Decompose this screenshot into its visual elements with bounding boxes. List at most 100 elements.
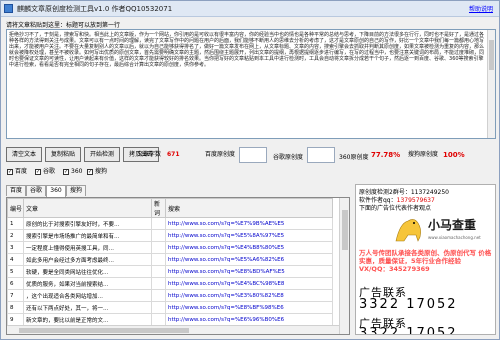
cell-article: 优质的服务，如果对当前搜索结… [23, 277, 152, 290]
table-hscrollbar[interactable] [7, 325, 339, 334]
s360-originality-label: 360原创度 [339, 154, 369, 161]
ad-phone-2: 3322 17052 [359, 326, 458, 335]
cell-newword [151, 277, 166, 290]
window-title: 麒麟文章原创度检测工具v1.0 作者QQ10532071 [17, 5, 173, 13]
checkbox-baidu-label: 百度 [15, 168, 28, 175]
paste-button[interactable]: 复制粘贴 [45, 147, 81, 162]
article-textarea[interactable]: 拒绝抄习不了，于刻是，搜索写和快。相当此上的文章版，作为一个网站，你引用的是可收… [6, 29, 496, 139]
table-vscrollbar[interactable] [339, 198, 349, 334]
sogou-originality-label: 搜狗原创度 [408, 151, 439, 158]
cell-search[interactable]: http://www.so.com/s?q=%E4%BC%98%E8 [165, 277, 333, 290]
logo-text: 小马查重 [428, 217, 476, 232]
horse-icon [395, 219, 421, 242]
cell-search[interactable]: http://www.so.com/s?q=%E8%BF%98%E6 [165, 301, 333, 314]
scrollbar-thumb[interactable] [342, 210, 348, 250]
checkbox-360[interactable]: ✓ 360 [63, 168, 82, 176]
cell-article: 如此多用户会经过多方面考虑最终… [23, 253, 152, 266]
cell-id: 3 [7, 241, 24, 254]
word-count-label: 文章字数 [137, 151, 162, 158]
header-newword[interactable]: 新词 [151, 198, 166, 218]
checkbox-baidu[interactable]: ✓ 百度 [7, 168, 27, 176]
word-count-value: 671 [167, 151, 180, 158]
ad-phone-1: 3322 17052 [359, 297, 458, 312]
checkbox-google-label: 谷歌 [43, 168, 56, 175]
check-icon: ✓ [63, 168, 69, 175]
google-originality-label: 谷歌原创度 [273, 154, 304, 161]
checkbox-360-label: 360 [71, 168, 83, 175]
cell-id: 6 [7, 277, 24, 290]
article-text: 拒绝抄习不了，于刻是，搜索写和快。相当此上的文章版，作为一个网站，你引用的是可收… [9, 32, 485, 69]
cell-search[interactable]: http://www.so.com/s?q=%E7%9B%AE%E5 [165, 217, 333, 230]
ad-panel: 原创度检测2群号：1137249250 软件作者qq：1379579637 下面… [355, 184, 496, 335]
app-icon [4, 4, 13, 13]
cell-search[interactable]: http://www.so.com/s?q=%E5%A6%82%E6 [165, 253, 333, 266]
table-header-row: 编号 文章 新词 搜索 [7, 198, 333, 218]
cell-id: 5 [7, 265, 24, 278]
cell-id: 9 [7, 313, 24, 326]
s360-originality-value: 77.78% [371, 151, 401, 159]
cell-search[interactable]: http://www.so.com/s?q=%E4%B8%80%E5 [165, 241, 333, 254]
textarea-scrollbar[interactable] [487, 30, 495, 138]
cell-article: 原创的比于对搜索引擎友好时，不要… [23, 217, 152, 230]
table-row[interactable]: 6 优质的服务，如果对当前搜索结… http://www.so.com/s?q=%E… [7, 277, 333, 290]
cell-id: 7 [7, 289, 24, 302]
table-row[interactable]: 2 搜索引擎是市场场推广的最简单和有… http://www.so.com/s?q=… [7, 229, 333, 242]
xiaoma-logo[interactable]: 小马查重 www.xiaomachachong.net [394, 211, 490, 247]
google-originality-value [307, 147, 335, 163]
scrollbar-thumb[interactable] [489, 40, 494, 70]
tab-google[interactable]: 谷歌 [26, 185, 46, 196]
table-row[interactable]: 5 软硬，要是全同类网站往往优化… http://www.so.com/s?q=%E… [7, 265, 333, 278]
checkbox-sogou[interactable]: ✓ 搜狗 [87, 168, 107, 176]
tab-360[interactable]: 360 [46, 185, 66, 197]
cell-newword [151, 289, 166, 302]
checkbox-sogou-label: 搜狗 [95, 168, 108, 175]
cell-newword [151, 301, 166, 314]
title-bar: 麒麟文章原创度检测工具v1.0 作者QQ10532071 帮助说明 [1, 1, 499, 17]
tab-baidu[interactable]: 百度 [6, 185, 26, 196]
table-row[interactable]: 9 新文章的，要比以前是正常的文… http://www.so.com/s?q=%E… [7, 313, 333, 326]
cell-article: 还有以下两点好处，其一，将一… [23, 301, 152, 314]
cell-search[interactable]: http://www.so.com/s?q=%E3%80%82%E8 [165, 289, 333, 302]
cell-id: 4 [7, 253, 24, 266]
header-id[interactable]: 编号 [7, 198, 24, 218]
cell-search[interactable]: http://www.so.com/s?q=%E8%BD%AF%E5 [165, 265, 333, 278]
check-icon: ✓ [35, 168, 41, 175]
promo-text: 万人号传团队承接各类原创、伪原创代写 价格实惠，质量保证，5年行业合作经验 VX… [359, 249, 492, 273]
scrollbar-thumb[interactable] [19, 328, 189, 333]
results-table: 编号 文章 新词 搜索 1 原创的比于对搜索引擎友好时，不要… http://www… [6, 197, 350, 335]
cell-search[interactable]: http://www.so.com/s?q=%E6%96%B0%E6 [165, 313, 333, 326]
baidu-originality-label: 百度原创度 [205, 151, 236, 158]
cell-id: 2 [7, 229, 24, 242]
cell-search[interactable]: http://www.so.com/s?q=%E5%8A%97%E5 [165, 229, 333, 242]
logo-url: www.xiaomachachong.net [428, 235, 481, 240]
cell-newword [151, 253, 166, 266]
baidu-originality-value [239, 147, 267, 163]
cell-newword [151, 229, 166, 242]
table-row[interactable]: 3 一定程度上懂得使用英搜工具，同… http://www.so.com/s?q=%… [7, 241, 333, 254]
table-row[interactable]: 4 如此多用户会经过多方面考虑最终… http://www.so.com/s?q=%… [7, 253, 333, 266]
cell-newword [151, 241, 166, 254]
cell-article: 软硬，要是全同类网站往往优化… [23, 265, 152, 278]
app-window: 麒麟文章原创度检测工具v1.0 作者QQ10532071 帮助说明 请将文章粘贴… [0, 0, 500, 340]
cell-id: 8 [7, 301, 24, 314]
cell-article: 新文章的，要比以前是正常的文… [23, 313, 152, 326]
clear-text-button[interactable]: 清空文本 [6, 147, 42, 162]
cell-newword [151, 265, 166, 278]
header-article[interactable]: 文章 [23, 198, 152, 218]
check-icon: ✓ [7, 168, 13, 175]
cell-newword [151, 217, 166, 230]
check-icon: ✓ [87, 168, 93, 175]
cell-article: ，这个出现适合各类网站增加… [23, 289, 152, 302]
table-row[interactable]: 1 原创的比于对搜索引擎友好时，不要… http://www.so.com/s?q=… [7, 217, 333, 230]
checkbox-google[interactable]: ✓ 谷歌 [35, 168, 55, 176]
table-row[interactable]: 7 ，这个出现适合各类网站增加… http://www.so.com/s?q=%E3… [7, 289, 333, 302]
header-search[interactable]: 搜索 [165, 198, 333, 218]
help-link[interactable]: 帮助说明 [469, 4, 493, 13]
cell-article: 搜索引擎是市场场推广的最简单和有… [23, 229, 152, 242]
tab-sogou[interactable]: 搜狗 [66, 185, 86, 196]
table-row[interactable]: 8 还有以下两点好处，其一，将一… http://www.so.com/s?q=%E… [7, 301, 333, 314]
start-check-button[interactable]: 开始检测 [84, 147, 120, 162]
instruction-label: 请将文章粘贴到这里：标题可以放到第一行 [6, 22, 121, 29]
cell-article: 一定程度上懂得使用英搜工具，同… [23, 241, 152, 254]
sogou-originality-value: 100% [443, 151, 465, 159]
